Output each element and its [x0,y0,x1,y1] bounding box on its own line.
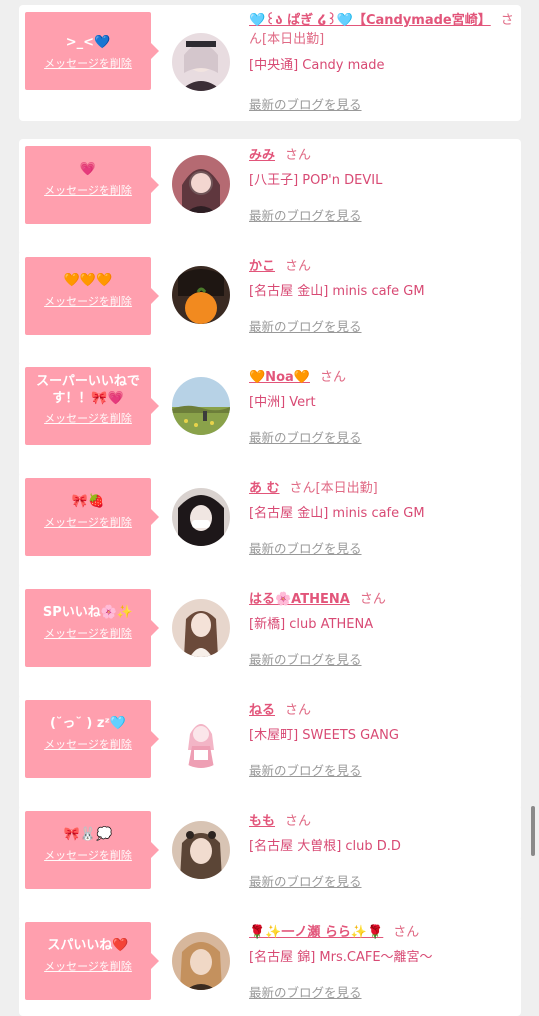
shop-name: [名古屋 金山] minis cafe GM [249,506,425,521]
cast-name-link[interactable]: かこ [249,259,275,274]
honorific: さん [285,814,312,829]
avatar[interactable] [172,155,230,213]
list-item: 💗 メッセージを削除 みみ さん [八王子] POP'n DEVIL 最新のブログ… [19,139,521,255]
delete-message-link[interactable]: メッセージを削除 [44,410,132,426]
avatar[interactable] [172,488,230,546]
blog-link[interactable]: 最新のブログを見る [249,538,362,557]
blog-link[interactable]: 最新のブログを見る [249,760,362,779]
cast-info: 🌹✨一ノ瀬 らら✨🌹 さん [名古屋 錦] Mrs.CAFE〜離宮〜 [249,923,515,967]
message-bubble: >_<💙 メッセージを削除 [25,12,159,90]
blog-link[interactable]: 最新のブログを見る [249,982,362,1001]
honorific: さん [285,259,312,274]
message-text: スーパーいいねです！！🎀💗 [36,374,140,406]
list-item: 🎀🍓 メッセージを削除 あ むさん[本日出勤] [名古屋 金山] minis c… [19,472,521,588]
honorific: さん [289,481,316,496]
status-text: [本日出勤] [262,32,325,47]
message-text: (˘っ˘ ) zᶻ🩵 [49,716,127,731]
message-text: 🎀🐰💭 [63,827,113,842]
honorific: さん [393,925,420,940]
avatar[interactable] [172,266,230,324]
delete-message-link[interactable]: メッセージを削除 [44,625,132,641]
cast-name-link[interactable]: 🩵꒰ა ぱぎ ໒꒱🩵【Candymade宮崎】 [249,13,491,28]
avatar[interactable] [172,599,230,657]
blog-link[interactable]: 最新のブログを見る [249,871,362,890]
shop-name: [名古屋 錦] Mrs.CAFE〜離宮〜 [249,950,433,965]
cast-info: もも さん [名古屋 大曽根] club D.D [249,812,515,856]
message-bubble: スーパーいいねです！！🎀💗 メッセージを削除 [25,367,159,445]
cast-info: 🩵꒰ა ぱぎ ໒꒱🩵【Candymade宮崎】 さん[本日出勤] [中央通] Ca… [249,11,515,75]
cast-info: あ むさん[本日出勤] [名古屋 金山] minis cafe GM [249,479,515,523]
message-bubble: SPいいね🌸✨ メッセージを削除 [25,589,159,667]
list-item: SPいいね🌸✨ メッセージを削除 はる🌸ATHENA さん [新橋] club A… [19,583,521,699]
cast-info: かこ さん [名古屋 金山] minis cafe GM [249,257,515,301]
delete-message-link[interactable]: メッセージを削除 [44,514,132,530]
list-item: >_<💙 メッセージを削除 🩵꒰ა ぱぎ ໒꒱🩵【Candymade宮崎】 さん[… [19,5,521,121]
message-bubble: 💗 メッセージを削除 [25,146,159,224]
honorific: さん [359,592,386,607]
honorific: さん [285,703,312,718]
message-bubble: (˘っ˘ ) zᶻ🩵 メッセージを削除 [25,700,159,778]
avatar[interactable] [172,377,230,435]
status-text: [本日出勤] [315,481,378,496]
delete-message-link[interactable]: メッセージを削除 [44,736,132,752]
message-text: SPいいね🌸✨ [42,605,134,620]
blog-link[interactable]: 最新のブログを見る [249,316,362,335]
cast-name-link[interactable]: はる🌸ATHENA [249,592,350,607]
cast-info: はる🌸ATHENA さん [新橋] club ATHENA [249,590,515,634]
shop-name: [中央通] Candy made [249,58,385,73]
shop-name: [木屋町] SWEETS GANG [249,728,399,743]
cast-name-link[interactable]: 🧡Noa🧡 [249,370,310,385]
cast-name-link[interactable]: 🌹✨一ノ瀬 らら✨🌹 [249,925,383,940]
cast-name-link[interactable]: みみ [249,148,275,163]
honorific: さん [285,148,312,163]
message-bubble: スパいいね❤️ メッセージを削除 [25,922,159,1000]
message-text: >_<💙 [65,35,111,50]
blog-link[interactable]: 最新のブログを見る [249,205,362,224]
list-item: スパいいね❤️ メッセージを削除 🌹✨一ノ瀬 らら✨🌹 さん [名古屋 錦] Mr… [19,916,521,1016]
cast-name-link[interactable]: もも [249,814,275,829]
message-text: 🎀🍓 [71,494,105,509]
delete-message-link[interactable]: メッセージを削除 [44,182,132,198]
shop-name: [八王子] POP'n DEVIL [249,173,383,188]
cast-name-link[interactable]: あ む [249,481,280,496]
list-item: 🧡🧡🧡 メッセージを削除 かこ さん [名古屋 金山] minis cafe GM… [19,250,521,366]
shop-name: [名古屋 大曽根] club D.D [249,839,401,854]
scrollbar[interactable] [531,806,535,856]
cast-name-link[interactable]: ねる [249,703,275,718]
avatar[interactable] [172,710,230,768]
delete-message-link[interactable]: メッセージを削除 [44,847,132,863]
blog-link[interactable]: 最新のブログを見る [249,427,362,446]
message-text: スパいいね❤️ [47,938,129,953]
honorific: さん [319,370,346,385]
message-bubble: 🎀🍓 メッセージを削除 [25,478,159,556]
message-text: 💗 [79,162,97,177]
delete-message-link[interactable]: メッセージを削除 [44,958,132,974]
avatar[interactable] [172,932,230,990]
list-item: (˘っ˘ ) zᶻ🩵 メッセージを削除 ねる さん [木屋町] SWEETS GA… [19,694,521,810]
delete-message-link[interactable]: メッセージを削除 [44,55,132,71]
cast-info: 🧡Noa🧡 さん [中洲] Vert [249,368,515,412]
message-bubble: 🎀🐰💭 メッセージを削除 [25,811,159,889]
shop-name: [新橋] club ATHENA [249,617,374,632]
cast-info: ねる さん [木屋町] SWEETS GANG [249,701,515,745]
blog-link[interactable]: 最新のブログを見る [249,649,362,668]
message-bubble: 🧡🧡🧡 メッセージを削除 [25,257,159,335]
delete-message-link[interactable]: メッセージを削除 [44,293,132,309]
shop-name: [名古屋 金山] minis cafe GM [249,284,425,299]
list-item: スーパーいいねです！！🎀💗 メッセージを削除 🧡Noa🧡 さん [中洲] Vert… [19,361,521,477]
shop-name: [中洲] Vert [249,395,316,410]
cast-info: みみ さん [八王子] POP'n DEVIL [249,146,515,190]
avatar[interactable] [172,33,230,91]
avatar[interactable] [172,821,230,879]
message-text: 🧡🧡🧡 [63,273,113,288]
blog-link[interactable]: 最新のブログを見る [249,94,362,113]
list-item: 🎀🐰💭 メッセージを削除 もも さん [名古屋 大曽根] club D.D 最新の… [19,805,521,921]
